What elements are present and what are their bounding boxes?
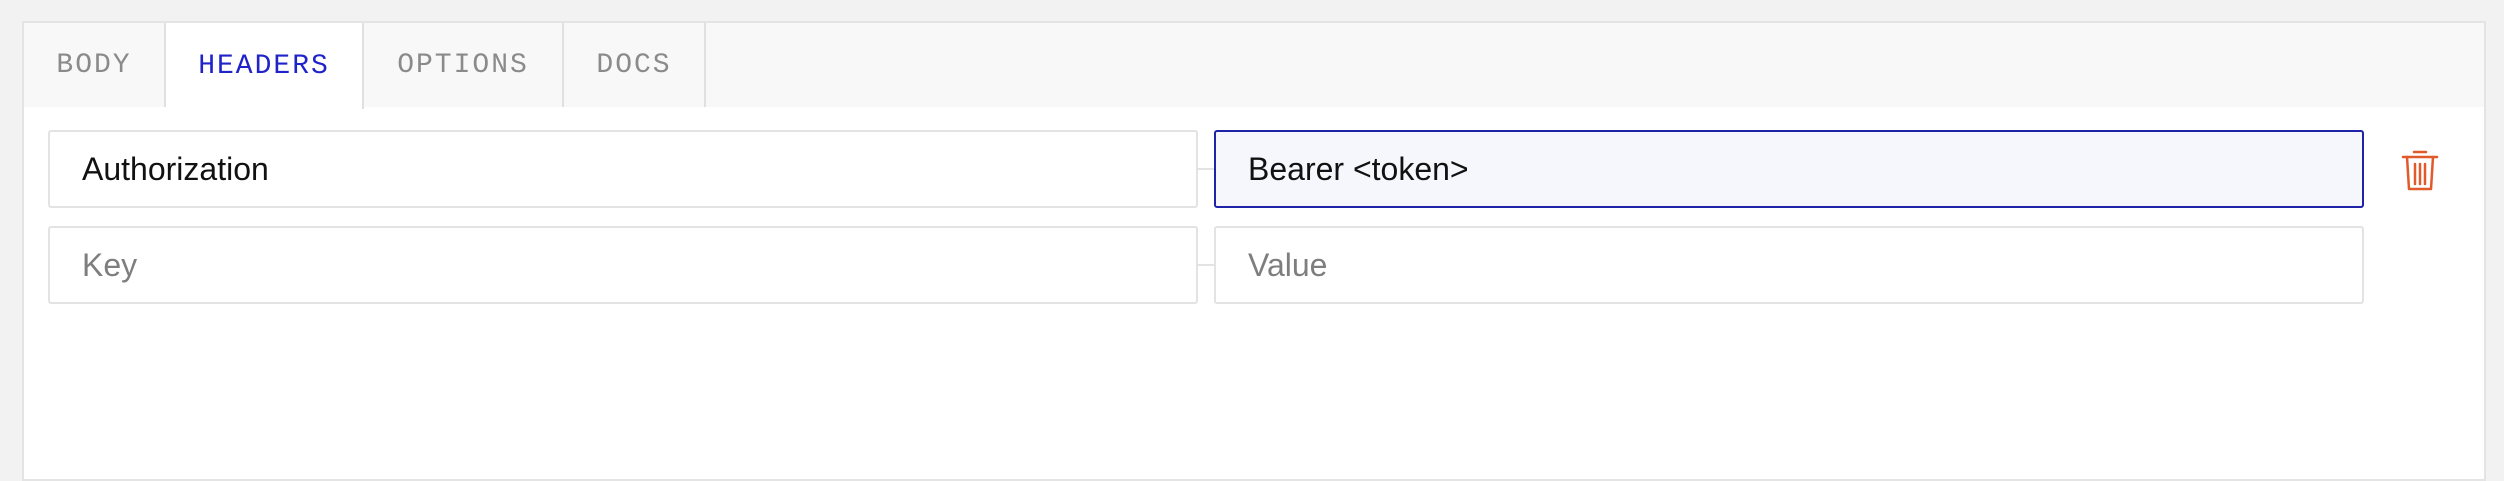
header-key-input[interactable] xyxy=(48,130,1198,208)
tab-body[interactable]: BODY xyxy=(24,23,166,107)
new-header-key-input[interactable] xyxy=(48,226,1198,304)
request-panel: BODY HEADERS OPTIONS DOCS xyxy=(22,21,2486,481)
tab-headers[interactable]: HEADERS xyxy=(166,23,364,109)
header-value-input[interactable] xyxy=(1214,130,2364,208)
row-connector xyxy=(1198,168,1214,170)
new-header-value-input[interactable] xyxy=(1214,226,2364,304)
row-connector xyxy=(1198,264,1214,266)
trash-icon[interactable] xyxy=(2398,147,2442,193)
tab-bar: BODY HEADERS OPTIONS DOCS xyxy=(24,23,2484,109)
tab-docs[interactable]: DOCS xyxy=(564,23,706,107)
tab-options[interactable]: OPTIONS xyxy=(364,23,564,107)
